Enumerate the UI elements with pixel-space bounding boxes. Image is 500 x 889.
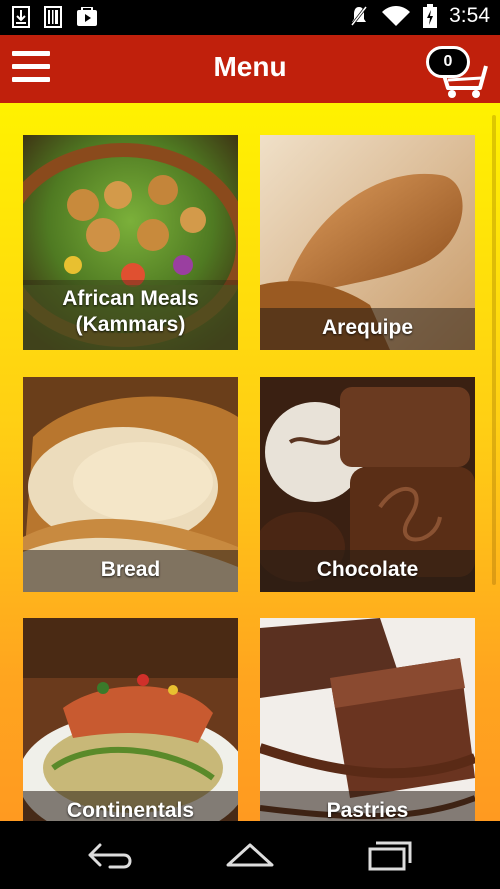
category-label: Continentals [66, 799, 195, 821]
cart-count-badge: 0 [426, 46, 470, 78]
category-tile-chocolate[interactable]: Chocolate [260, 377, 475, 592]
status-bar: 3:54 [0, 0, 500, 35]
back-icon[interactable] [80, 837, 140, 873]
category-label: Chocolate [316, 558, 419, 581]
app-bar: Menu 0 [0, 35, 500, 103]
scrollbar[interactable] [492, 115, 496, 585]
category-tile-pastries[interactable]: Pastries [260, 618, 475, 821]
category-tile-continentals[interactable]: Continentals [23, 618, 238, 821]
category-tile-bread[interactable]: Bread [23, 377, 238, 592]
play-store-icon [77, 7, 97, 26]
recent-apps-icon[interactable] [360, 837, 420, 873]
wifi-icon [382, 6, 411, 26]
mute-icon [350, 6, 368, 26]
download-icon [12, 6, 30, 28]
category-tile-african-meals[interactable]: African Meals (Kammars) [23, 135, 238, 350]
category-label: Bread [100, 558, 161, 581]
category-label: African Meals (Kammars) [62, 287, 199, 336]
category-label: Arequipe [321, 316, 413, 339]
category-tile-arequipe[interactable]: Arequipe [260, 135, 475, 350]
category-grid: African Meals (Kammars) Arequipe Bread C… [0, 103, 500, 821]
navigation-bar [0, 821, 500, 889]
home-icon[interactable] [220, 837, 280, 873]
category-label: Pastries [326, 799, 409, 821]
cart-button[interactable]: 0 [424, 44, 488, 100]
barcode-icon [44, 6, 62, 28]
clock: 3:54 [449, 4, 490, 27]
battery-icon [423, 4, 438, 28]
